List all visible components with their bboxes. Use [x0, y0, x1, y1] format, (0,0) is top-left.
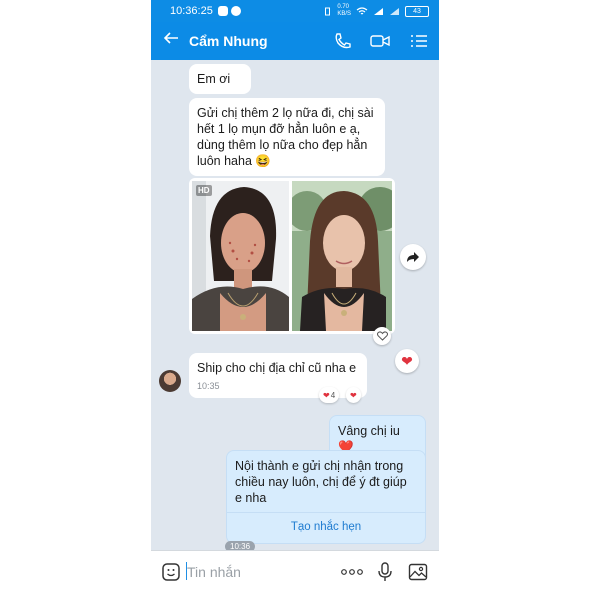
- signal-icon: [374, 7, 383, 15]
- battery-icon: 43: [405, 5, 429, 17]
- video-call-icon[interactable]: [370, 32, 390, 50]
- photo-before[interactable]: HD: [192, 181, 289, 331]
- reaction-summary[interactable]: ❤ 4: [319, 387, 340, 403]
- heart-icon: ❤: [350, 390, 357, 400]
- app-notification-icon: [231, 6, 241, 16]
- more-icon[interactable]: [341, 569, 363, 575]
- wifi-icon: [356, 6, 368, 14]
- chat-header: Cẩm Nhung: [151, 22, 439, 60]
- chat-screen: 10:36:25 0.70 KB/S 43 Cẩm Nhung Em ơi Gử…: [151, 0, 439, 591]
- network-speed: 0.70 KB/S: [337, 4, 351, 17]
- reaction-count: 4: [330, 390, 336, 400]
- heart-icon: ❤: [401, 353, 413, 369]
- menu-list-icon[interactable]: [409, 32, 429, 50]
- heart-reaction-button[interactable]: ❤: [395, 349, 419, 373]
- heart-icon: ❤: [323, 390, 330, 400]
- message-text: Nội thành e gửi chị nhận trong chiều nay…: [235, 459, 407, 505]
- contact-name[interactable]: Cẩm Nhung: [189, 33, 268, 49]
- avatar[interactable]: [159, 370, 181, 392]
- incoming-message[interactable]: Gửi chị thêm 2 lọ nữa đi, chị sài hết 1 …: [189, 98, 385, 176]
- signal-2-icon: [390, 7, 399, 15]
- share-arrow-icon: [407, 252, 419, 262]
- hd-badge: HD: [196, 185, 212, 196]
- heart-outline-icon: [376, 331, 388, 341]
- message-time: 10:35: [197, 381, 220, 391]
- status-time: 10:36:25: [170, 5, 213, 17]
- create-reminder-button[interactable]: Tạo nhắc hẹn: [227, 512, 425, 543]
- back-arrow-icon[interactable]: [163, 30, 179, 50]
- vibrate-icon: [325, 7, 331, 15]
- message-text: Ship cho chị địa chỉ cũ nha e: [197, 361, 357, 375]
- incoming-message[interactable]: Em ơi: [189, 64, 251, 94]
- incoming-message[interactable]: Ship cho chị địa chỉ cũ nha e 10:35: [189, 353, 367, 398]
- message-text: Gửi chị thêm 2 lọ nữa đi, chị sài hết 1 …: [197, 106, 374, 168]
- phone-icon[interactable]: [333, 32, 353, 50]
- photo-after[interactable]: [292, 181, 392, 331]
- react-button[interactable]: [373, 327, 391, 345]
- message-text: Em ơi: [197, 72, 231, 86]
- zalo-notification-icon: [218, 6, 228, 16]
- status-bar: 10:36:25 0.70 KB/S 43: [151, 0, 439, 22]
- image-icon[interactable]: [408, 562, 428, 582]
- outgoing-message[interactable]: Nội thành e gửi chị nhận trong chiều nay…: [226, 450, 426, 544]
- share-button[interactable]: [400, 244, 426, 270]
- photo-message[interactable]: HD: [189, 178, 395, 334]
- microphone-icon[interactable]: [377, 562, 393, 582]
- my-reaction[interactable]: ❤: [346, 387, 361, 403]
- sticker-icon[interactable]: [161, 562, 181, 582]
- message-input[interactable]: Tin nhắn: [187, 564, 241, 580]
- message-input-bar: Tin nhắn: [151, 550, 439, 591]
